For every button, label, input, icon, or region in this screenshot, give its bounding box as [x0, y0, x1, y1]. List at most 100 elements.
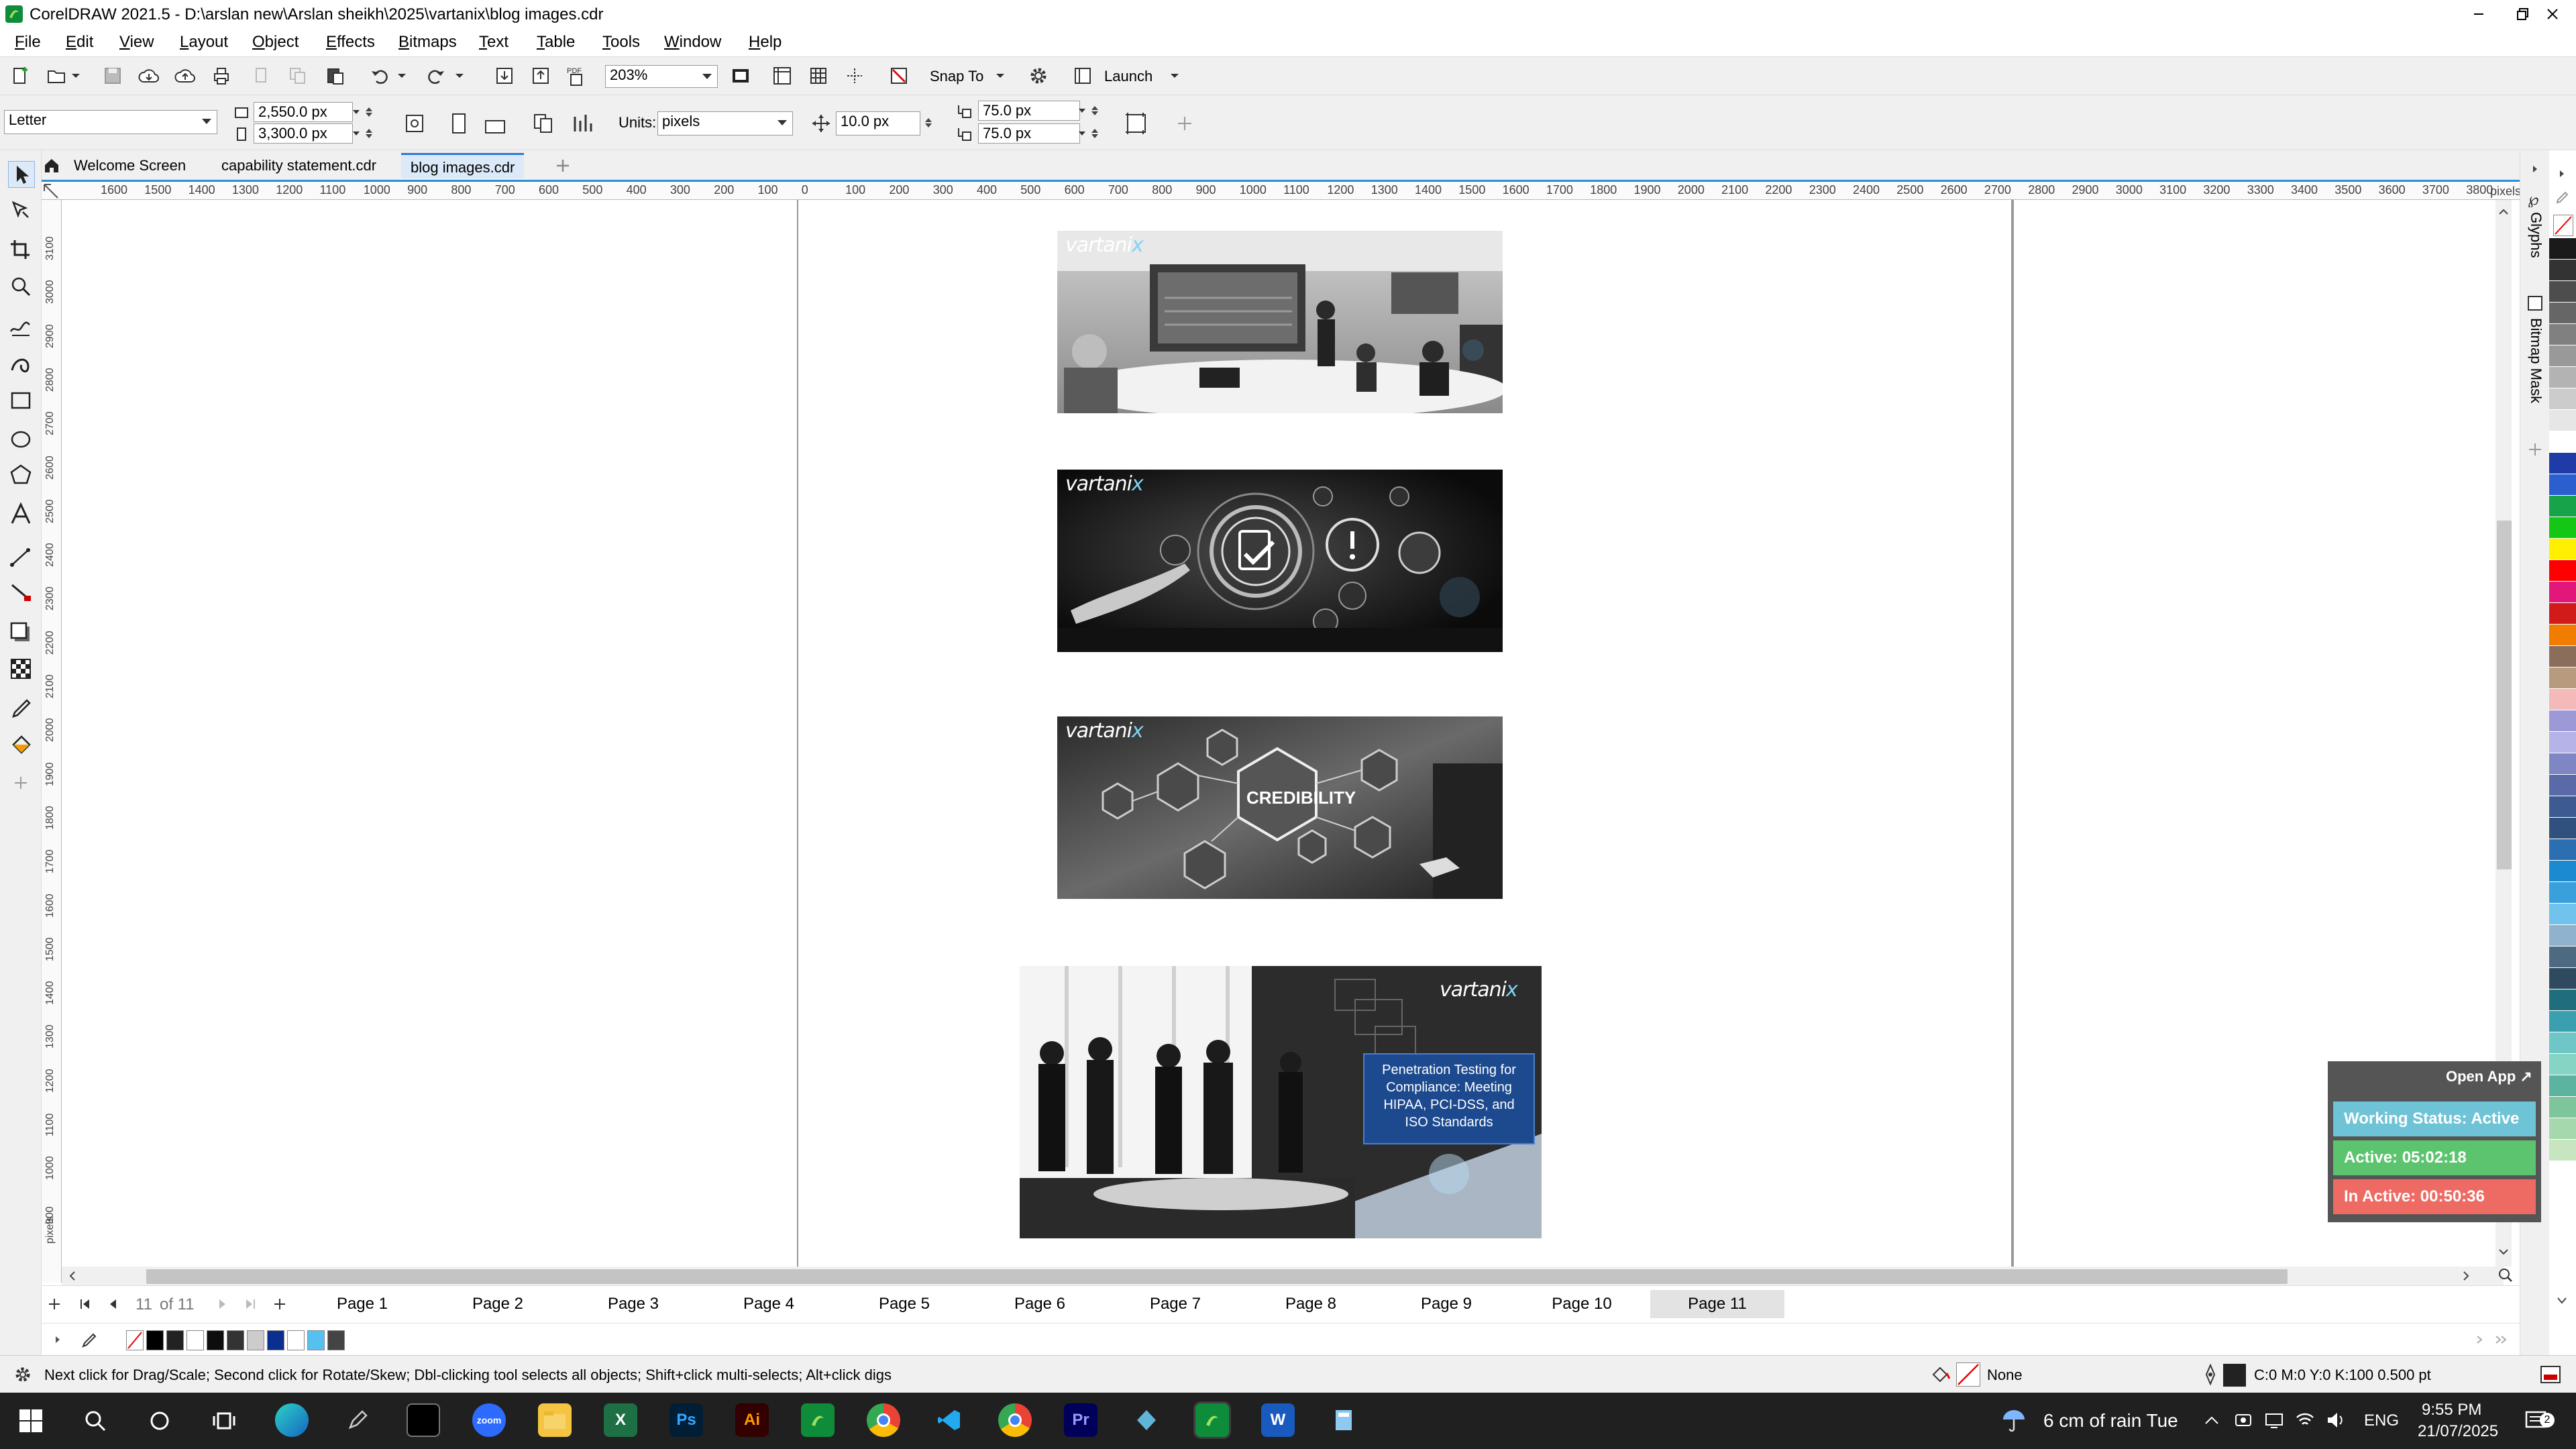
menu-effects[interactable]: Effects [326, 33, 375, 52]
palette-scroll-down-icon[interactable] [2553, 1292, 2571, 1309]
file-explorer-icon[interactable] [538, 1403, 572, 1437]
clock-date[interactable]: 21/07/2025 [2418, 1422, 2498, 1441]
calculator-icon[interactable] [1327, 1403, 1360, 1437]
tab-blog-images[interactable]: blog images.cdr [401, 153, 525, 178]
doc-swatch-2[interactable] [166, 1330, 184, 1350]
weather-text[interactable]: 6 cm of rain Tue [2043, 1410, 2178, 1432]
menu-help[interactable]: Help [749, 33, 782, 52]
page-width-dropdown[interactable] [352, 105, 361, 118]
illustrator-icon[interactable]: Ai [735, 1403, 769, 1437]
palette-swatch[interactable] [2549, 281, 2576, 303]
all-pages-icon[interactable] [530, 110, 557, 137]
palette-swatch[interactable] [2549, 303, 2576, 324]
palette-swatch[interactable] [2549, 753, 2576, 775]
launch-icon[interactable] [1071, 64, 1095, 88]
home-icon[interactable] [42, 156, 62, 176]
duplicate-y-spinner[interactable] [1088, 123, 1103, 144]
duplicate-y-input[interactable]: 75.0 px [978, 123, 1080, 144]
palette-eyedropper-right-icon[interactable] [2553, 189, 2571, 207]
print-icon[interactable] [209, 64, 233, 88]
tab-capability-statement[interactable]: capability statement.cdr [212, 153, 386, 178]
doc-swatch-4[interactable] [207, 1330, 224, 1350]
palette-swatch[interactable] [2549, 625, 2576, 646]
chrome-profile-icon[interactable] [998, 1403, 1032, 1437]
parallel-dimension-icon[interactable] [8, 545, 35, 572]
page-tab-3[interactable]: Page 3 [566, 1290, 700, 1318]
onedrive-tray-icon[interactable] [2263, 1409, 2285, 1432]
page-tab-8[interactable]: Page 8 [1244, 1290, 1378, 1318]
vscode-icon[interactable] [932, 1403, 966, 1437]
add-toolbar-item-icon[interactable] [1174, 113, 1195, 134]
page-width-spinner[interactable] [362, 102, 377, 122]
premiere-icon[interactable]: Pr [1064, 1403, 1097, 1437]
volume-icon[interactable] [2325, 1409, 2347, 1432]
palette-swatch[interactable] [2549, 775, 2576, 796]
coreldraw-taskbar-icon[interactable] [801, 1403, 835, 1437]
blog-image-credibility[interactable]: CREDIBILITY vartanix [1057, 716, 1503, 899]
dockers-expand-icon[interactable] [2527, 161, 2543, 177]
page-tab-10[interactable]: Page 10 [1515, 1290, 1649, 1318]
doc-swatch-9[interactable] [307, 1330, 325, 1350]
add-page-after-icon[interactable] [270, 1294, 290, 1314]
status-settings-gear-icon[interactable] [12, 1364, 34, 1385]
page-tab-11[interactable]: Page 11 [1650, 1290, 1784, 1318]
add-page-before-icon[interactable] [44, 1294, 64, 1314]
diamond-app-icon[interactable] [1130, 1403, 1163, 1437]
palette-none-swatch[interactable] [2553, 215, 2573, 236]
options-gear-icon[interactable] [1026, 64, 1051, 88]
palette-eyedropper-icon[interactable] [79, 1330, 99, 1350]
palette-swatch[interactable] [2549, 603, 2576, 625]
palette-swatch[interactable] [2549, 689, 2576, 710]
palette-swatch[interactable] [2549, 818, 2576, 839]
undo-dropdown-icon[interactable] [396, 69, 408, 83]
new-document-icon[interactable] [8, 64, 32, 88]
palette-swatch[interactable] [2549, 367, 2576, 388]
page-tab-7[interactable]: Page 7 [1108, 1290, 1242, 1318]
palette-swatch[interactable] [2549, 989, 2576, 1011]
import-icon[interactable] [492, 64, 517, 88]
palette-swatch[interactable] [2549, 1075, 2576, 1097]
palette-swatch[interactable] [2549, 410, 2576, 431]
palette-swatch[interactable] [2549, 238, 2576, 260]
page-tab-2[interactable]: Page 2 [431, 1290, 565, 1318]
pen-app-icon[interactable] [341, 1403, 374, 1437]
zoom-navigator-icon[interactable] [2496, 1265, 2516, 1285]
palette-swatch[interactable] [2549, 496, 2576, 517]
scroll-down-icon[interactable] [2497, 1245, 2510, 1258]
doc-swatch-8[interactable] [287, 1330, 305, 1350]
full-screen-preview-icon[interactable] [729, 64, 753, 88]
palette-swatch[interactable] [2549, 1032, 2576, 1054]
page-height-dropdown[interactable] [352, 126, 361, 140]
palette-swatch[interactable] [2549, 260, 2576, 281]
tab-welcome-screen[interactable]: Welcome Screen [64, 153, 195, 178]
polygon-tool-icon[interactable] [8, 463, 35, 490]
duplicate-x-input[interactable]: 75.0 px [978, 101, 1080, 121]
transparency-tool-icon[interactable] [8, 656, 35, 683]
nudge-distance-spinner[interactable] [922, 113, 936, 133]
palette-swatch[interactable] [2549, 947, 2576, 968]
task-view-icon[interactable] [211, 1407, 237, 1434]
snap-off-icon[interactable] [887, 64, 911, 88]
launch-label[interactable]: Launch [1104, 68, 1152, 85]
page-height-input[interactable]: 3,300.0 px [254, 123, 353, 144]
search-icon[interactable] [82, 1407, 109, 1434]
minimize-button[interactable] [2455, 0, 2502, 28]
save-icon[interactable] [101, 64, 125, 88]
show-grid-icon[interactable] [806, 64, 830, 88]
chrome-icon[interactable] [867, 1403, 900, 1437]
portrait-icon[interactable] [445, 110, 472, 137]
snap-to-dropdown-icon[interactable] [994, 69, 1006, 83]
paste-icon[interactable] [323, 64, 347, 88]
eyedropper-icon[interactable] [8, 696, 35, 723]
cloud-export-icon[interactable] [173, 64, 197, 88]
last-page-icon[interactable] [240, 1294, 260, 1314]
docker-tab-glyphs[interactable]: Glyphs [2527, 212, 2544, 258]
palette-expand-icon[interactable] [51, 1333, 64, 1346]
palette-swatch[interactable] [2549, 1097, 2576, 1118]
palette-swatch[interactable] [2549, 560, 2576, 582]
palette-scroll-right-icon[interactable] [2473, 1333, 2486, 1346]
previous-page-icon[interactable] [103, 1294, 123, 1314]
zoom-app-icon[interactable]: zoom [472, 1403, 506, 1437]
palette-swatch[interactable] [2549, 646, 2576, 667]
blog-image-meeting-presentation[interactable]: vartanix [1057, 231, 1503, 413]
